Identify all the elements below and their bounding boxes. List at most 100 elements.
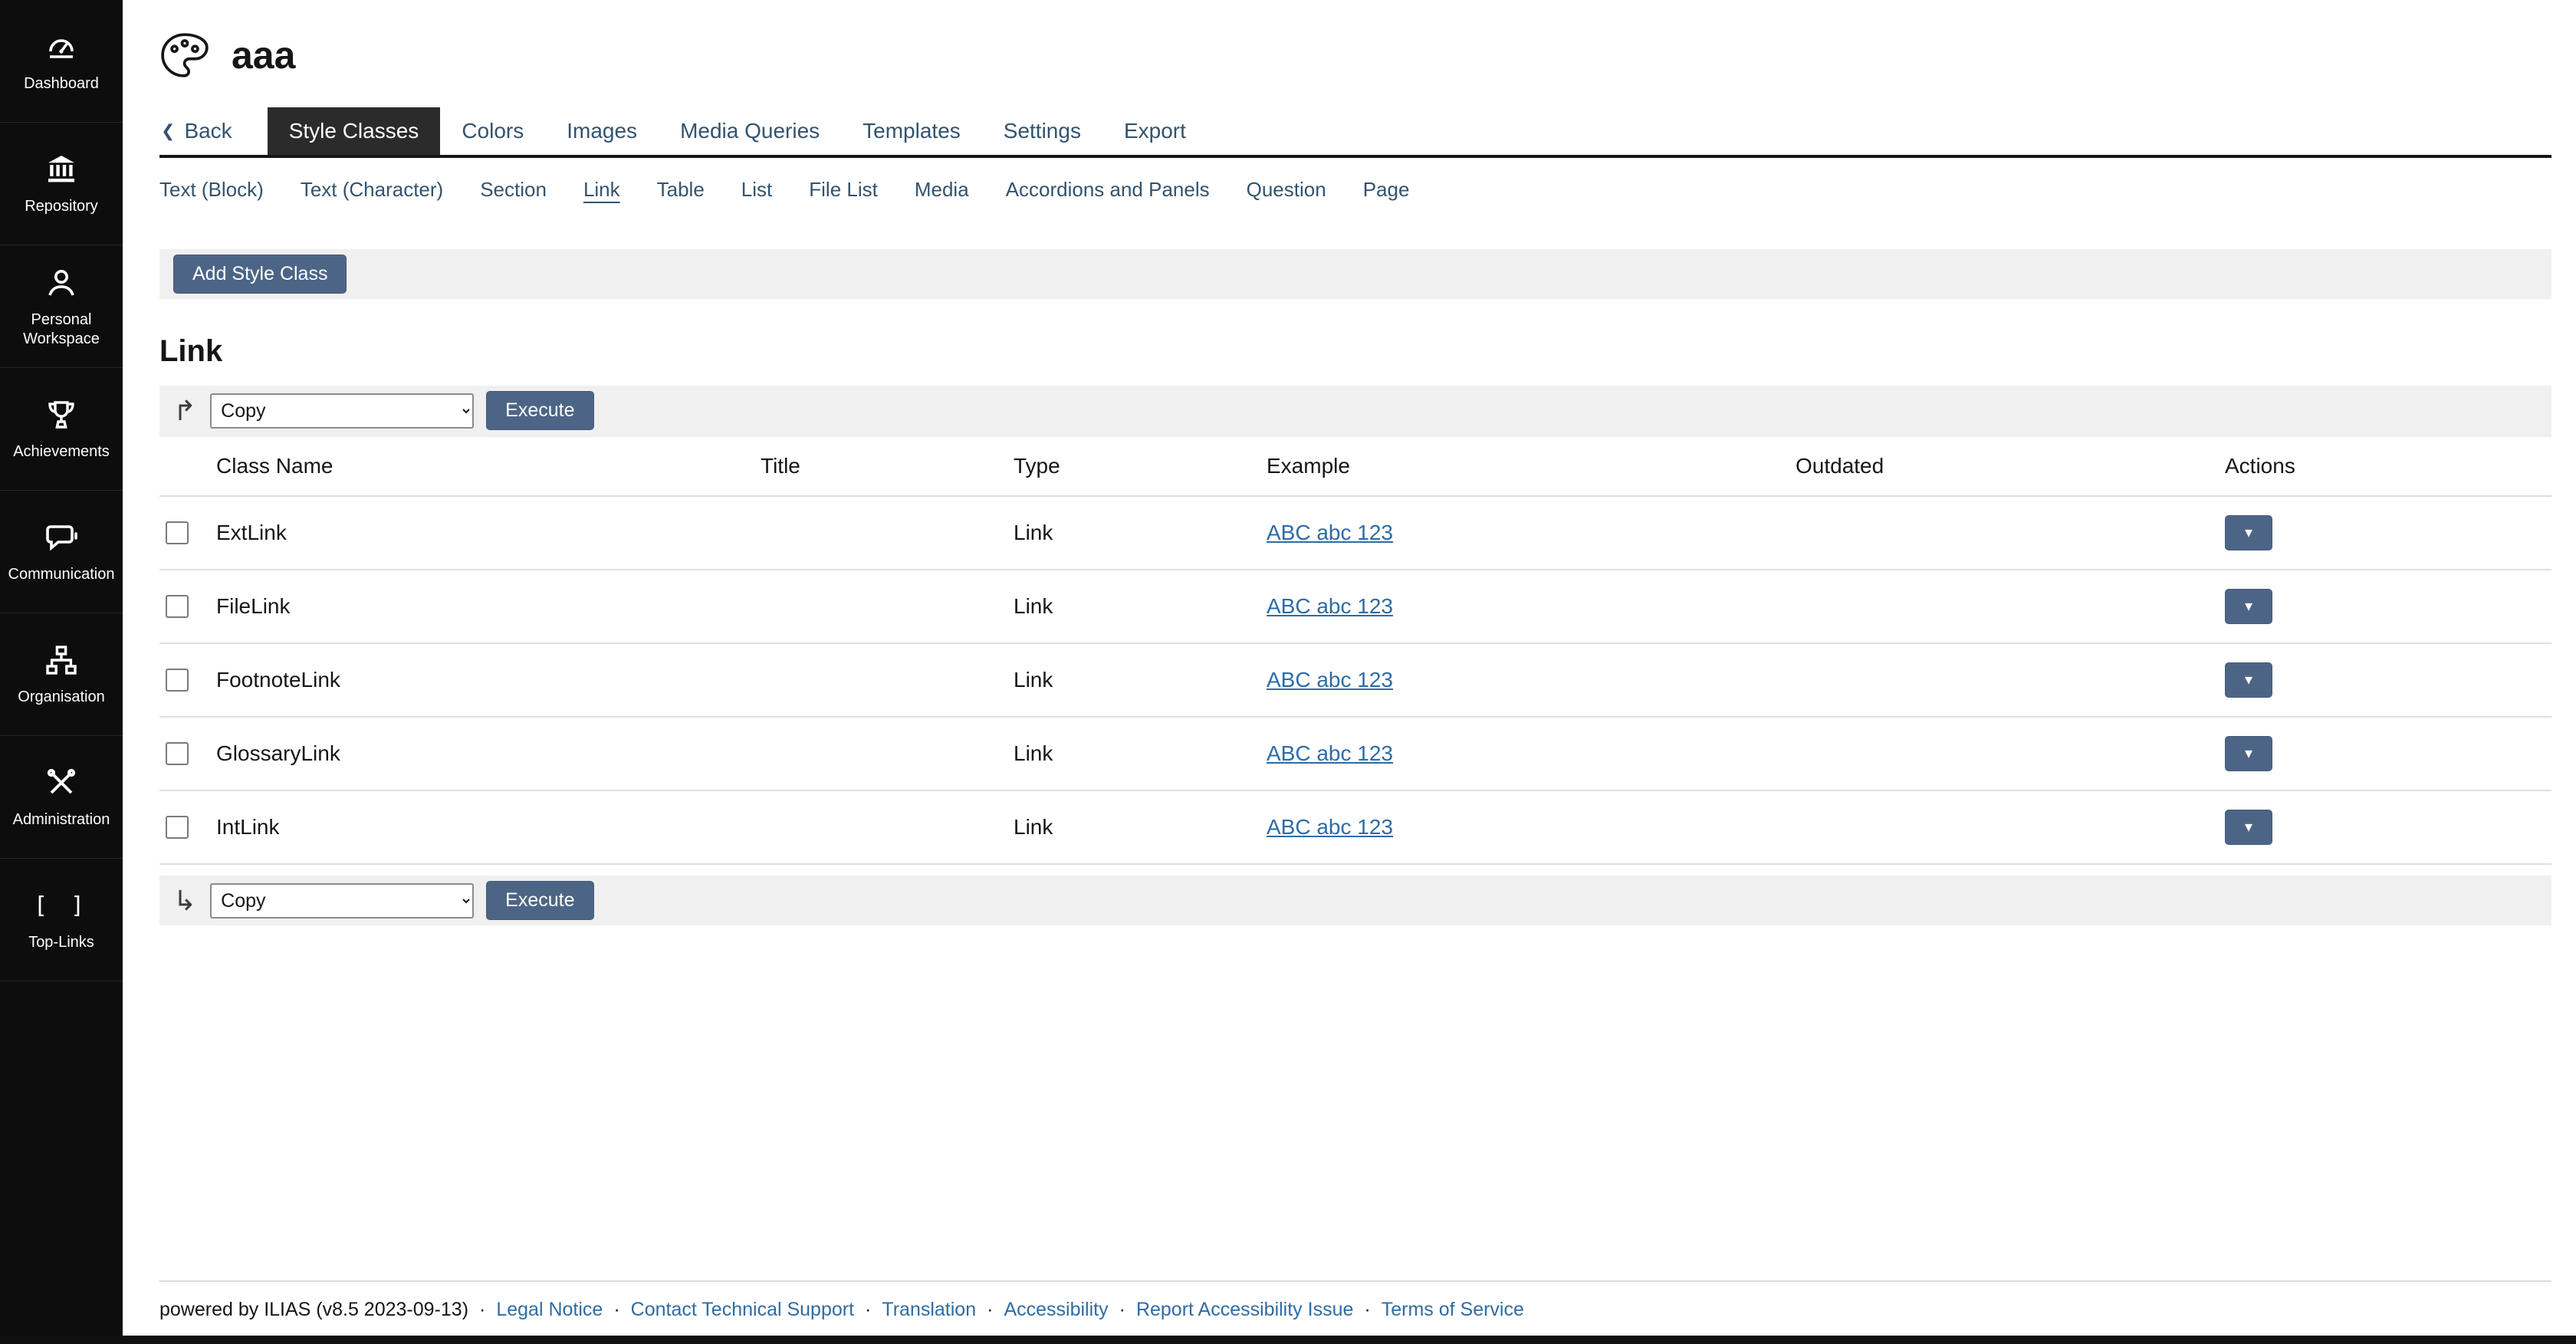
- repository-icon: [43, 151, 80, 188]
- row-extlink: ExtLink Link ABC abc 123 ▾: [159, 496, 2551, 570]
- row-checkbox[interactable]: [166, 669, 189, 692]
- footer-link-legal-notice[interactable]: Legal Notice: [496, 1299, 603, 1321]
- tab-bar: ❮ Back Style Classes Colors Images Media…: [159, 107, 2551, 158]
- row-checkbox[interactable]: [166, 816, 189, 839]
- column-header-example: Example: [1259, 436, 1788, 496]
- bulk-actions-bottom: ↳ Copy Execute: [159, 876, 2551, 925]
- caret-down-icon: ▾: [2245, 525, 2252, 541]
- footer-link-translation[interactable]: Translation: [882, 1299, 976, 1321]
- caret-down-icon: ▾: [2245, 599, 2252, 614]
- type-cell: Link: [1006, 717, 1259, 790]
- sidebar-item-top-links[interactable]: [ ] Top-Links: [0, 859, 123, 981]
- dot-separator: ·: [987, 1299, 993, 1321]
- type-cell: Link: [1006, 496, 1259, 570]
- row-intlink: IntLink Link ABC abc 123 ▾: [159, 790, 2551, 864]
- toolbar: Add Style Class: [159, 249, 2551, 299]
- class-name-cell: FootnoteLink: [209, 643, 753, 717]
- row-filelink: FileLink Link ABC abc 123 ▾: [159, 570, 2551, 643]
- row-checkbox[interactable]: [166, 521, 189, 544]
- row-actions-dropdown[interactable]: ▾: [2225, 810, 2272, 845]
- tab-export[interactable]: Export: [1102, 107, 1208, 155]
- sidebar-item-achievements[interactable]: Achievements: [0, 368, 123, 491]
- row-actions-dropdown[interactable]: ▾: [2225, 515, 2272, 550]
- subtab-page[interactable]: Page: [1363, 178, 1410, 202]
- bottom-bar: [0, 1336, 2576, 1344]
- sidebar-item-administration[interactable]: Administration: [0, 736, 123, 859]
- tab-media-queries[interactable]: Media Queries: [659, 107, 841, 155]
- row-footnotelink: FootnoteLink Link ABC abc 123 ▾: [159, 643, 2551, 717]
- dot-separator: ·: [613, 1299, 619, 1321]
- main-sidebar: Dashboard Repository Personal Workspace …: [0, 0, 123, 1344]
- footer-link-contact-technical-support[interactable]: Contact Technical Support: [631, 1299, 854, 1321]
- subtab-media[interactable]: Media: [915, 178, 969, 202]
- subtab-question[interactable]: Question: [1247, 178, 1326, 202]
- tab-style-classes[interactable]: Style Classes: [268, 107, 441, 155]
- example-link[interactable]: ABC abc 123: [1267, 815, 1393, 839]
- subtab-file-list[interactable]: File List: [809, 178, 878, 202]
- title-cell: [753, 790, 1006, 864]
- class-name-cell: GlossaryLink: [209, 717, 753, 790]
- outdated-cell: [1788, 717, 2217, 790]
- subtab-list[interactable]: List: [741, 178, 772, 202]
- class-name-cell: FileLink: [209, 570, 753, 643]
- sidebar-item-personal-workspace[interactable]: Personal Workspace: [0, 245, 123, 368]
- bulk-action-select[interactable]: Copy: [210, 393, 474, 429]
- outdated-cell: [1788, 790, 2217, 864]
- add-style-class-button[interactable]: Add Style Class: [173, 255, 347, 294]
- tab-images[interactable]: Images: [545, 107, 659, 155]
- execute-button[interactable]: Execute: [486, 391, 593, 430]
- sidebar-item-organisation[interactable]: Organisation: [0, 613, 123, 736]
- subtab-link[interactable]: Link: [583, 178, 620, 202]
- org-chart-icon: [43, 642, 80, 679]
- speech-bubble-icon: [43, 519, 80, 556]
- row-checkbox[interactable]: [166, 595, 189, 618]
- footer-link-report-accessibility-issue[interactable]: Report Accessibility Issue: [1136, 1299, 1353, 1321]
- dot-separator: ·: [865, 1299, 871, 1321]
- palette-icon: [159, 31, 210, 80]
- outdated-cell: [1788, 570, 2217, 643]
- back-button[interactable]: ❮ Back: [159, 107, 268, 155]
- person-icon: [43, 265, 80, 301]
- footer-link-terms-of-service[interactable]: Terms of Service: [1382, 1299, 1524, 1321]
- row-actions-dropdown[interactable]: ▾: [2225, 662, 2272, 698]
- sidebar-item-communication[interactable]: Communication: [0, 491, 123, 613]
- row-actions-dropdown[interactable]: ▾: [2225, 736, 2272, 771]
- subtab-section[interactable]: Section: [480, 178, 547, 202]
- page-header: aaa: [159, 0, 2551, 80]
- dot-separator: ·: [479, 1299, 485, 1321]
- title-cell: [753, 643, 1006, 717]
- class-name-cell: IntLink: [209, 790, 753, 864]
- row-glossarylink: GlossaryLink Link ABC abc 123 ▾: [159, 717, 2551, 790]
- subtab-accordions-and-panels[interactable]: Accordions and Panels: [1006, 178, 1210, 202]
- sidebar-item-repository[interactable]: Repository: [0, 123, 123, 245]
- example-link[interactable]: ABC abc 123: [1267, 741, 1393, 765]
- subtab-text-character[interactable]: Text (Character): [301, 178, 443, 202]
- caret-down-icon: ▾: [2245, 672, 2252, 688]
- column-header-title: Title: [753, 436, 1006, 496]
- arrow-up-right-icon: ↱: [173, 397, 196, 425]
- footer-link-accessibility[interactable]: Accessibility: [1004, 1299, 1108, 1321]
- powered-by-text: powered by ILIAS (v8.5 2023-09-13): [159, 1299, 468, 1321]
- example-link[interactable]: ABC abc 123: [1267, 521, 1393, 544]
- bulk-action-select-bottom[interactable]: Copy: [210, 883, 474, 918]
- footer-links: · Legal Notice · Contact Technical Suppo…: [479, 1299, 1524, 1321]
- row-actions-dropdown[interactable]: ▾: [2225, 589, 2272, 624]
- tab-templates[interactable]: Templates: [841, 107, 982, 155]
- example-link[interactable]: ABC abc 123: [1267, 668, 1393, 692]
- crossed-tools-icon: [43, 764, 80, 801]
- subtab-table[interactable]: Table: [657, 178, 705, 202]
- row-checkbox[interactable]: [166, 742, 189, 765]
- title-cell: [753, 496, 1006, 570]
- caret-down-icon: ▾: [2245, 746, 2252, 761]
- subtab-text-block[interactable]: Text (Block): [159, 178, 264, 202]
- execute-button-bottom[interactable]: Execute: [486, 881, 593, 920]
- outdated-cell: [1788, 643, 2217, 717]
- table-header-row: Class Name Title Type Example Outdated A…: [159, 436, 2551, 496]
- sidebar-item-dashboard[interactable]: Dashboard: [0, 0, 123, 123]
- trophy-icon: [43, 396, 80, 433]
- tab-colors[interactable]: Colors: [440, 107, 545, 155]
- tab-settings[interactable]: Settings: [982, 107, 1102, 155]
- type-cell: Link: [1006, 790, 1259, 864]
- example-link[interactable]: ABC abc 123: [1267, 594, 1393, 618]
- bulk-actions-top: ↱ Copy Execute: [159, 386, 2551, 435]
